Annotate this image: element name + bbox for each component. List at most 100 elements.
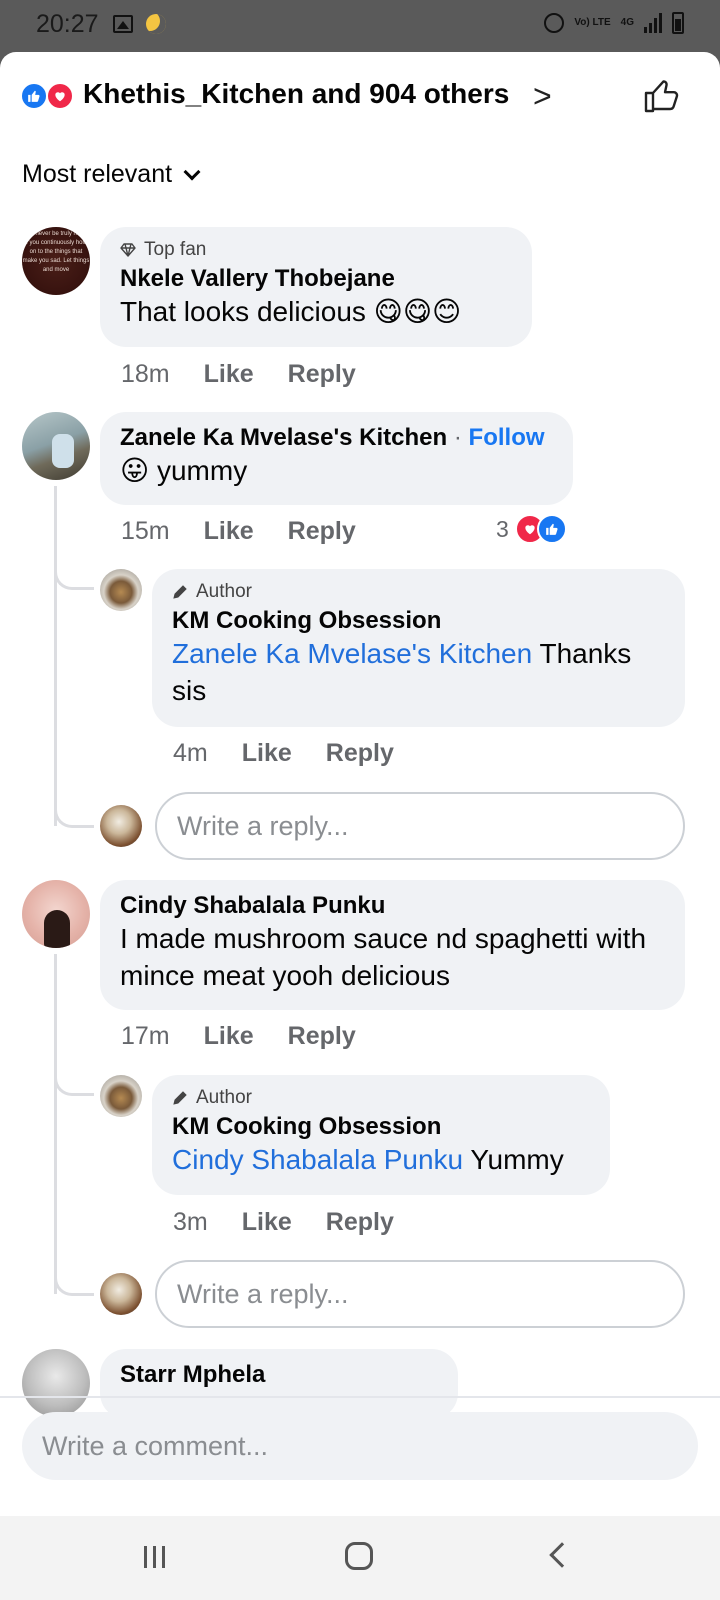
comment-text: 😛 yummy	[120, 455, 248, 486]
comment-text: Cindy Shabalala Punku Yummy	[172, 1141, 590, 1178]
status-bar: 20:27 Vo) LTE 4G	[0, 0, 720, 52]
commenter-name[interactable]: KM Cooking Obsession	[172, 1113, 590, 1141]
comment-bubble[interactable]: Zanele Ka Mvelase's Kitchen · Follow 😛 y…	[100, 412, 573, 505]
reply-button[interactable]: Reply	[288, 517, 356, 546]
comment-actions: 4m Like Reply	[173, 739, 394, 768]
avatar[interactable]	[100, 1075, 142, 1117]
status-icons: Vo) LTE 4G	[544, 12, 684, 34]
reactions-summary: Khethis_Kitchen and 904 others	[83, 78, 510, 109]
avatar[interactable]	[22, 1349, 90, 1417]
like-button[interactable]: Like	[204, 360, 254, 389]
comment-text: I made mushroom sauce nd spaghetti with …	[120, 923, 647, 991]
comment-bubble[interactable]: Cindy Shabalala Punku I made mushroom sa…	[100, 880, 685, 1010]
network-type: 4G	[620, 17, 634, 28]
reply-bubble[interactable]: Author KM Cooking Obsession Zanele Ka Mv…	[152, 569, 685, 727]
commenter-name[interactable]: Starr Mphela	[120, 1361, 438, 1389]
comment-input[interactable]: Write a comment...	[22, 1412, 698, 1480]
reply-input[interactable]: Write a reply...	[155, 792, 685, 860]
commenter-name[interactable]: Zanele Ka Mvelase's Kitchen	[120, 424, 447, 451]
thread-connector	[54, 802, 94, 828]
volte-indicator: Vo) LTE	[574, 17, 611, 28]
like-button[interactable]: Like	[242, 1208, 292, 1237]
reply-button[interactable]: Reply	[288, 360, 356, 389]
commenter-name[interactable]: KM Cooking Obsession	[172, 607, 665, 635]
like-button[interactable]: Like	[204, 1022, 254, 1051]
avatar[interactable]: I will never be truly happy if you conti…	[22, 227, 90, 295]
reaction-icons	[514, 514, 569, 544]
reply-button[interactable]: Reply	[326, 739, 394, 768]
sort-dropdown[interactable]: Most relevant	[22, 160, 201, 189]
thread-connector	[54, 564, 94, 590]
moon-icon	[146, 14, 166, 34]
battery-icon	[672, 12, 684, 34]
reply-input[interactable]: Write a reply...	[155, 1260, 685, 1328]
sort-label: Most relevant	[22, 160, 173, 188]
commenter-header: Zanele Ka Mvelase's Kitchen · Follow	[120, 424, 553, 452]
comment-actions: 17m Like Reply	[121, 1022, 356, 1051]
commenter-name[interactable]: Cindy Shabalala Punku	[120, 892, 665, 920]
comment-actions: 15m Like Reply	[121, 517, 356, 546]
reactions-header[interactable]: Khethis_Kitchen and 904 others >	[20, 76, 700, 116]
like-reaction-icon	[20, 82, 48, 110]
comment-time: 4m	[173, 739, 208, 767]
top-fan-badge: Top fan	[120, 239, 512, 261]
comment-actions: 18m Like Reply	[121, 360, 356, 389]
comment-time: 18m	[121, 360, 170, 388]
commenter-name[interactable]: Nkele Vallery Thobejane	[120, 265, 512, 293]
chevron-down-icon	[183, 163, 201, 180]
mention-link[interactable]: Cindy Shabalala Punku	[172, 1144, 463, 1175]
avatar-caption: I will never be truly happy if you conti…	[22, 231, 90, 273]
recent-apps-icon[interactable]	[144, 1546, 170, 1568]
like-button[interactable]: Like	[242, 739, 292, 768]
diamond-icon	[120, 243, 136, 257]
thread-connector	[54, 1070, 94, 1096]
comment-time: 3m	[173, 1208, 208, 1236]
reply-button[interactable]: Reply	[288, 1022, 356, 1051]
love-reaction-icon	[46, 82, 74, 110]
reaction-count[interactable]: 3	[496, 514, 569, 544]
like-button[interactable]: Like	[204, 517, 254, 546]
status-time: 20:27	[36, 10, 99, 38]
comment-time: 17m	[121, 1022, 170, 1050]
avatar[interactable]	[100, 569, 142, 611]
avatar[interactable]	[22, 412, 90, 480]
comment-time: 15m	[121, 517, 170, 545]
separator: ·	[453, 424, 469, 451]
reply-text: Yummy	[470, 1144, 564, 1175]
mention-link[interactable]: Zanele Ka Mvelase's Kitchen	[172, 638, 532, 669]
gallery-icon	[113, 15, 133, 33]
thread-line	[54, 486, 57, 826]
comment-bubble[interactable]: Top fan Nkele Vallery Thobejane That loo…	[100, 227, 532, 347]
badge-label: Author	[196, 581, 252, 602]
comment-bubble[interactable]: Starr Mphela	[100, 1349, 458, 1419]
comment-text: Zanele Ka Mvelase's Kitchen Thanks sis	[172, 635, 665, 709]
author-badge: Author	[172, 581, 665, 603]
home-icon[interactable]	[345, 1542, 373, 1570]
divider	[0, 1396, 720, 1398]
thread-line	[54, 954, 57, 1294]
comments-sheet: Khethis_Kitchen and 904 others > Most re…	[0, 52, 720, 1516]
thread-connector	[54, 1270, 94, 1296]
signal-icon	[644, 13, 662, 33]
author-badge: Author	[172, 1087, 590, 1109]
follow-button[interactable]: Follow	[469, 424, 545, 451]
pencil-icon	[173, 585, 187, 599]
badge-label: Author	[196, 1087, 252, 1108]
avatar	[100, 805, 142, 847]
alarm-icon	[544, 13, 565, 33]
reply-bubble[interactable]: Author KM Cooking Obsession Cindy Shabal…	[152, 1075, 610, 1195]
reply-button[interactable]: Reply	[326, 1208, 394, 1237]
avatar	[100, 1273, 142, 1315]
back-icon[interactable]	[549, 1542, 575, 1568]
pencil-icon	[173, 1091, 187, 1105]
avatar[interactable]	[22, 880, 90, 948]
navigation-bar	[0, 1516, 720, 1600]
comment-text: That looks delicious 😋😋😊	[120, 296, 462, 327]
reaction-count-value: 3	[496, 515, 509, 542]
thumbs-up-icon[interactable]	[642, 76, 682, 116]
like-reaction-icon	[536, 514, 567, 544]
reaction-icons	[20, 80, 78, 112]
badge-label: Top fan	[144, 239, 207, 260]
chevron-right-icon: >	[533, 78, 552, 114]
comment-actions: 3m Like Reply	[173, 1208, 394, 1237]
